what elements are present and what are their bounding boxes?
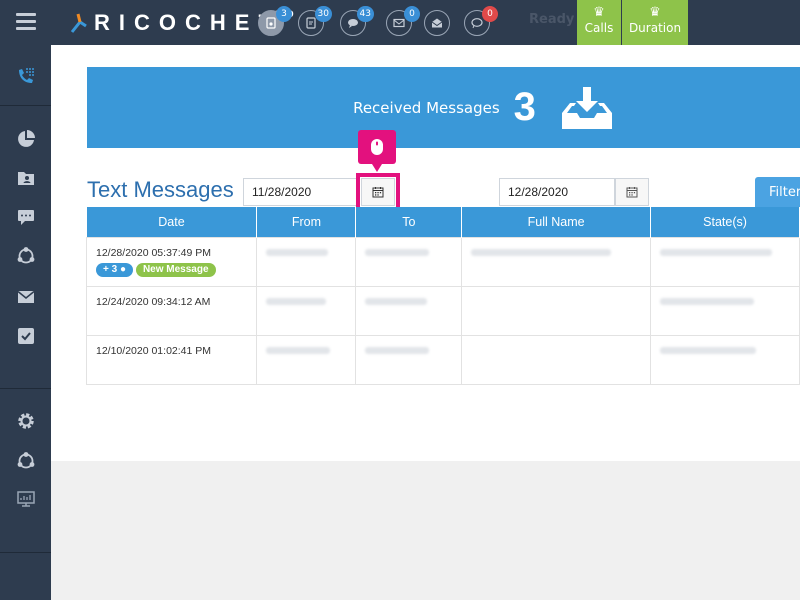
column-header-from[interactable]: From — [256, 207, 357, 237]
states-cell — [650, 334, 800, 385]
calendar-icon — [626, 187, 638, 198]
end-date-input[interactable] — [499, 178, 615, 206]
crown-icon: ♛ — [649, 5, 661, 20]
gear-icon[interactable] — [0, 403, 51, 439]
states-cell — [650, 236, 800, 287]
to-cell — [355, 285, 463, 336]
date-cell: 12/28/2020 05:37:49 PM + 3 ● New Message — [85, 236, 258, 287]
to-cell — [355, 334, 463, 385]
date-cell: 12/10/2020 01:02:41 PM — [85, 334, 258, 385]
column-header-date[interactable]: Date — [86, 207, 258, 237]
from-cell — [256, 334, 357, 385]
date-cell: 12/24/2020 09:34:12 AM — [85, 285, 258, 336]
new-message-pill: New Message — [135, 262, 216, 277]
column-header-states[interactable]: State(s) — [650, 207, 800, 237]
message-date: 12/10/2020 01:02:41 PM — [96, 344, 212, 357]
sms-icon[interactable]: 30 — [298, 6, 332, 36]
chat-icon[interactable]: 43 — [340, 6, 374, 36]
logo-mark-icon — [70, 13, 87, 33]
network-icon[interactable] — [0, 443, 51, 479]
from-cell — [256, 285, 357, 336]
full-name-cell — [461, 236, 652, 287]
table-row[interactable]: 12/28/2020 05:37:49 PM + 3 ● New Message — [85, 236, 800, 287]
received-messages-banner: Received Messages 3 — [87, 67, 800, 148]
comment-icon[interactable]: 0 — [464, 6, 498, 36]
column-header-full-name[interactable]: Full Name — [461, 207, 652, 237]
reply-count-pill[interactable]: + 3 ● — [96, 262, 134, 277]
phone-dialpad-icon[interactable] — [0, 58, 51, 94]
mouse-icon — [371, 139, 383, 155]
mail-badge: 0 — [404, 6, 420, 22]
column-header-to[interactable]: To — [355, 207, 463, 237]
envelope-icon[interactable] — [0, 279, 51, 315]
calls-label: Calls — [584, 21, 614, 35]
mail-open-icon[interactable] — [424, 10, 450, 36]
from-cell — [256, 236, 357, 287]
message-date: 12/24/2020 09:34:12 AM — [96, 295, 211, 308]
to-cell — [355, 236, 463, 287]
crown-icon: ♛ — [593, 5, 605, 20]
menu-icon[interactable] — [16, 13, 36, 31]
document-icon[interactable]: 3 — [258, 6, 292, 36]
messages-table: Date From To Full Name State(s) 12/28/20… — [85, 207, 800, 385]
pie-chart-icon[interactable] — [0, 121, 51, 157]
status-text: Ready — [529, 12, 575, 27]
mouse-click-tooltip — [358, 130, 396, 172]
duration-label: Duration — [628, 21, 682, 35]
start-date-input[interactable] — [243, 178, 357, 206]
top-bar: RICOCHET 360 3 30 43 0 0 Ready ♛ Calls ♛… — [0, 0, 800, 45]
inbox-download-icon — [561, 86, 612, 129]
table-row[interactable]: 12/10/2020 01:02:41 PM — [85, 334, 800, 385]
filter-button[interactable]: Filter — [755, 177, 800, 208]
monitor-icon[interactable] — [0, 481, 51, 517]
table-header-row: Date From To Full Name State(s) — [86, 207, 800, 237]
comment-badge: 0 — [482, 6, 498, 22]
states-cell — [650, 285, 800, 336]
banner-count: 3 — [513, 85, 536, 129]
network-icon[interactable] — [0, 238, 51, 274]
checkbox-icon[interactable] — [0, 318, 51, 354]
document-badge: 3 — [276, 6, 292, 22]
banner-label: Received Messages — [353, 98, 500, 117]
chat-badge: 43 — [356, 6, 374, 22]
table-row[interactable]: 12/24/2020 09:34:12 AM — [85, 285, 800, 336]
calls-button[interactable]: ♛ Calls — [577, 0, 621, 45]
end-date-calendar-button[interactable] — [615, 178, 649, 206]
full-name-cell — [461, 285, 652, 336]
chat-icon: ● — [119, 263, 127, 275]
message-date: 12/28/2020 05:37:49 PM — [96, 246, 212, 259]
sms-badge: 30 — [314, 6, 332, 22]
contact-folder-icon[interactable] — [0, 160, 51, 196]
sidebar — [0, 45, 51, 600]
page-title: Text Messages — [87, 177, 234, 202]
footer-area — [51, 461, 800, 600]
mail-icon[interactable]: 0 — [386, 6, 420, 36]
reply-count-text: + 3 — [103, 263, 118, 275]
logo-text: RICOCHET — [94, 10, 281, 35]
full-name-cell — [461, 334, 652, 385]
chat-bubble-icon[interactable] — [0, 199, 51, 235]
duration-button[interactable]: ♛ Duration — [622, 0, 688, 45]
